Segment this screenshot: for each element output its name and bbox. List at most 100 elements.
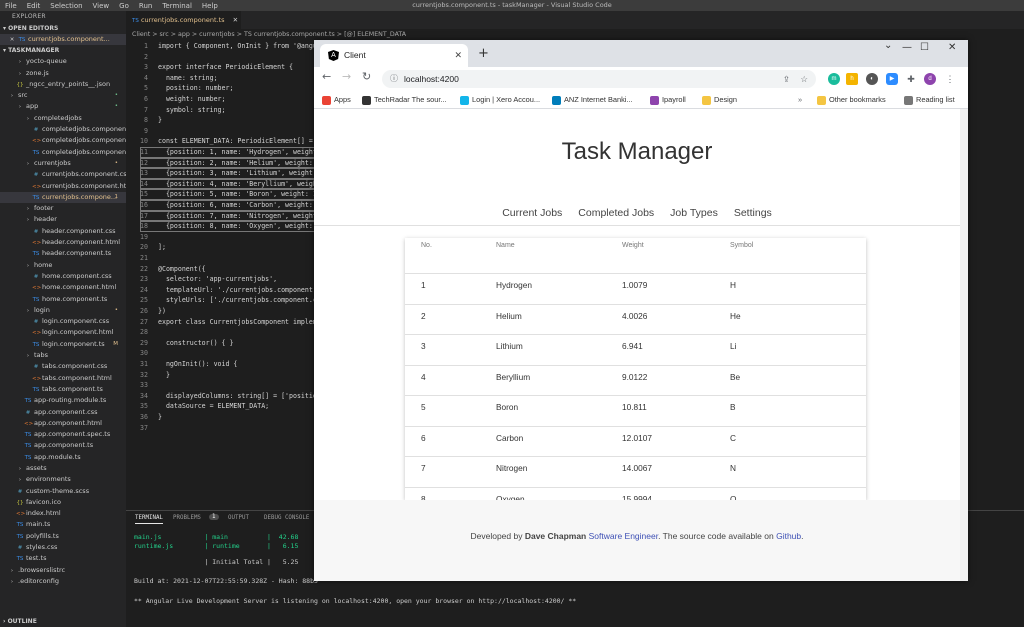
tree-item[interactable]: # tabs.component.css: [0, 361, 126, 372]
tree-item[interactable]: # app.component.css: [0, 407, 126, 418]
info-icon[interactable]: ⓘ: [390, 70, 398, 88]
nav-link-completed-jobs[interactable]: Completed Jobs: [578, 207, 654, 219]
close-icon[interactable]: ✕: [8, 35, 16, 46]
tree-item[interactable]: › completedjobs: [0, 113, 126, 124]
tree-item[interactable]: <>completedjobs.component...: [0, 135, 126, 146]
window-close-button[interactable]: ✕: [948, 42, 956, 53]
close-icon[interactable]: ✕: [454, 44, 462, 67]
avatar[interactable]: d: [924, 73, 936, 85]
tree-item[interactable]: # currentjobs.component.css: [0, 169, 126, 180]
tree-item[interactable]: › environments: [0, 474, 126, 485]
nav-link-job-types[interactable]: Job Types: [670, 207, 718, 219]
table-row[interactable]: 3 Lithium 6.941 Li: [405, 334, 866, 365]
extension-m-icon[interactable]: m: [828, 73, 840, 85]
browser-menu-icon[interactable]: ⋮: [944, 73, 956, 85]
nav-link-settings[interactable]: Settings: [734, 207, 772, 219]
table-row[interactable]: 2 Helium 4.0026 He: [405, 303, 866, 335]
bookmark-4[interactable]: Ipayroll: [650, 91, 686, 109]
tree-item[interactable]: › .browserslistrc: [0, 565, 126, 576]
other-bookmarks[interactable]: Other bookmarks: [817, 91, 886, 109]
project-header[interactable]: ▾ TASKMANAGER: [0, 45, 126, 56]
tree-item[interactable]: › yocto-queue: [0, 56, 126, 67]
tree-item[interactable]: › app •: [0, 101, 126, 112]
tree-item[interactable]: <>header.component.html: [0, 237, 126, 248]
bookmark-2[interactable]: Login | Xero Accou...: [460, 91, 540, 109]
bookmark-5[interactable]: Design: [702, 91, 737, 109]
tree-item[interactable]: <>currentjobs.component.html: [0, 181, 126, 192]
tree-item[interactable]: <>tabs.component.html: [0, 373, 126, 384]
tree-item[interactable]: TS login.component.ts M: [0, 339, 126, 350]
tree-item[interactable]: TS tabs.component.ts: [0, 384, 126, 395]
tree-item[interactable]: › src •: [0, 90, 126, 101]
tree-item[interactable]: TS app.component.ts: [0, 440, 126, 451]
maximize-button[interactable]: ☐: [920, 42, 929, 53]
tree-item[interactable]: TS app-routing.module.ts: [0, 395, 126, 406]
extension-zoom-icon[interactable]: ▶: [886, 73, 898, 85]
forward-button[interactable]: →: [342, 70, 351, 83]
tree-item[interactable]: TS main.ts: [0, 519, 126, 530]
tree-item[interactable]: # home.component.css: [0, 271, 126, 282]
open-editors-header[interactable]: ▾ OPEN EDITORS: [0, 23, 126, 34]
extension-ghost-icon[interactable]: ◐: [866, 73, 878, 85]
tree-item[interactable]: # header.component.css: [0, 226, 126, 237]
tree-item[interactable]: › assets: [0, 463, 126, 474]
tree-item[interactable]: <>home.component.html: [0, 282, 126, 293]
tree-item[interactable]: # styles.css: [0, 542, 126, 553]
tree-item[interactable]: › header: [0, 214, 126, 225]
extensions-puzzle-icon[interactable]: ✚: [905, 73, 917, 85]
table-row[interactable]: 5 Boron 10.811 B: [405, 395, 866, 426]
breadcrumb[interactable]: Client > src > app > currentjobs > TS cu…: [126, 29, 1024, 40]
tree-item[interactable]: TS home.component.ts: [0, 294, 126, 305]
panel-tab-problems[interactable]: PROBLEMS: [173, 515, 201, 521]
tree-item[interactable]: TS currentjobs.compone... 1: [0, 191, 126, 204]
tree-item[interactable]: TS polyfills.ts: [0, 531, 126, 542]
tree-item[interactable]: # completedjobs.component...: [0, 124, 126, 135]
bookmark-3[interactable]: ANZ Internet Banki...: [552, 91, 633, 109]
page-scrollbar[interactable]: [960, 109, 968, 581]
bookmark-star-icon[interactable]: ☆: [800, 70, 808, 88]
tree-item[interactable]: # custom-theme.scss: [0, 486, 126, 497]
software-engineer-link[interactable]: Software Engineer: [589, 531, 658, 541]
table-row[interactable]: 6 Carbon 12.0107 C: [405, 425, 866, 457]
tree-item[interactable]: TS app.module.ts: [0, 452, 126, 463]
github-link[interactable]: Github: [776, 531, 801, 541]
address-bar[interactable]: ⓘ localhost:4200 ⇪ ☆: [382, 70, 816, 88]
tree-item[interactable]: › login •: [0, 305, 126, 316]
window-chevron-icon[interactable]: ⌄: [884, 40, 892, 51]
tree-item[interactable]: › .editorconfig: [0, 576, 126, 587]
browser-tab-client[interactable]: A Client ✕: [320, 44, 468, 67]
tree-item[interactable]: › currentjobs •: [0, 158, 126, 169]
tree-item[interactable]: <>app.component.html: [0, 418, 126, 429]
new-tab-button[interactable]: +: [478, 46, 489, 61]
table-row[interactable]: 4 Beryllium 9.0122 Be: [405, 364, 866, 396]
tree-item[interactable]: › tabs: [0, 350, 126, 361]
tree-item[interactable]: › zone.js: [0, 68, 126, 79]
tree-item[interactable]: {} _ngcc_entry_points__.json: [0, 79, 126, 90]
tree-item[interactable]: › footer: [0, 203, 126, 214]
tree-item[interactable]: <>login.component.html: [0, 327, 126, 338]
tree-item[interactable]: TS test.ts: [0, 553, 126, 564]
tree-item[interactable]: › home: [0, 260, 126, 271]
tree-item[interactable]: TS app.component.spec.ts: [0, 429, 126, 440]
table-row[interactable]: 8 Oxygen 15.9994 O: [405, 486, 866, 500]
tree-item[interactable]: TS header.component.ts: [0, 248, 126, 259]
tree-item[interactable]: <>index.html: [0, 508, 126, 519]
tree-item[interactable]: TS completedjobs.component...: [0, 147, 126, 158]
editor-tab-currentjobs[interactable]: TS currentjobs.component.ts ✕: [126, 11, 241, 29]
close-icon[interactable]: ✕: [233, 16, 238, 24]
panel-tab-debug-console[interactable]: DEBUG CONSOLE: [264, 515, 309, 521]
outline-header[interactable]: › OUTLINE: [0, 616, 37, 627]
open-editor-item[interactable]: ✕ TS currentjobs.component...: [0, 34, 126, 46]
table-row[interactable]: 7 Nitrogen 14.0067 N: [405, 456, 866, 487]
bookmark-1[interactable]: TechRadar The sour...: [362, 91, 447, 109]
extension-honey-icon[interactable]: h: [846, 73, 858, 85]
tree-item[interactable]: # login.component.css: [0, 316, 126, 327]
tree-item[interactable]: {} favicon.ico: [0, 497, 126, 508]
back-button[interactable]: ←: [322, 70, 331, 83]
panel-tab-terminal[interactable]: TERMINAL: [135, 515, 163, 524]
reload-button[interactable]: ↻: [362, 70, 371, 83]
share-icon[interactable]: ⇪: [783, 70, 790, 88]
reading-list[interactable]: Reading list: [904, 91, 955, 109]
table-row[interactable]: 1 Hydrogen 1.0079 H: [405, 273, 866, 304]
bookmark-0[interactable]: Apps: [322, 91, 351, 109]
